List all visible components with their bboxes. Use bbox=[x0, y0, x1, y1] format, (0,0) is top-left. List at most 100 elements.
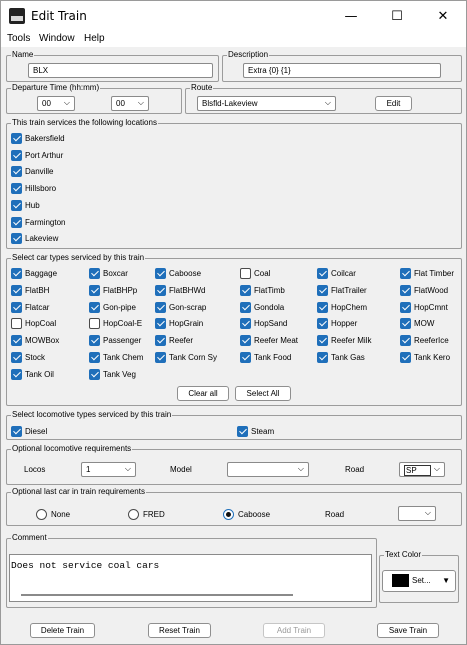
loco-road-value: SP bbox=[404, 465, 431, 476]
departure-minute-select[interactable]: 00 ⌵ bbox=[111, 96, 149, 111]
car-type-checkbox-flattimb[interactable]: FlatTimb bbox=[240, 284, 285, 297]
menu-help[interactable]: Help bbox=[84, 33, 105, 44]
car-type-checkbox-coal[interactable]: Coal bbox=[240, 267, 270, 280]
car-type-checkbox-tank-chem[interactable]: Tank Chem bbox=[89, 351, 143, 364]
car-type-checkbox-reefer-milk[interactable]: Reefer Milk bbox=[317, 334, 371, 347]
minimize-button[interactable]: — bbox=[328, 1, 374, 32]
radio-label: FRED bbox=[143, 510, 165, 519]
menu-tools[interactable]: Tools bbox=[7, 33, 30, 44]
car-type-checkbox-gondola[interactable]: Gondola bbox=[240, 301, 284, 314]
location-checkbox-hub[interactable]: Hub bbox=[11, 199, 40, 212]
menu-window[interactable]: Window bbox=[39, 33, 75, 44]
model-select[interactable]: ⌵ bbox=[227, 462, 309, 477]
car-type-checkbox-gon-scrap[interactable]: Gon-scrap bbox=[155, 301, 206, 314]
checkbox-checked-icon bbox=[155, 301, 166, 313]
car-type-checkbox-tank-oil[interactable]: Tank Oil bbox=[11, 368, 54, 381]
car-type-label: Stock bbox=[25, 353, 46, 362]
select-all-button[interactable]: Select All bbox=[235, 386, 291, 401]
checkbox-checked-icon bbox=[317, 284, 328, 296]
car-type-checkbox-baggage[interactable]: Baggage bbox=[11, 267, 57, 280]
last-car-caboose-radio[interactable]: Caboose bbox=[223, 508, 270, 521]
car-type-checkbox-flattrailer[interactable]: FlatTrailer bbox=[317, 284, 367, 297]
description-input[interactable]: Extra {0} {1} bbox=[243, 63, 441, 78]
car-type-checkbox-mow[interactable]: MOW bbox=[400, 317, 434, 330]
car-type-checkbox-reeferice[interactable]: ReeferIce bbox=[400, 334, 449, 347]
car-type-checkbox-boxcar[interactable]: Boxcar bbox=[89, 267, 128, 280]
checkbox-checked-icon bbox=[11, 284, 22, 296]
car-type-checkbox-passenger[interactable]: Passenger bbox=[89, 334, 141, 347]
car-type-checkbox-hopgrain[interactable]: HopGrain bbox=[155, 317, 203, 330]
car-type-checkbox-tank-kero[interactable]: Tank Kero bbox=[400, 351, 450, 364]
car-type-checkbox-flatbh[interactable]: FlatBH bbox=[11, 284, 49, 297]
car-type-checkbox-hopchem[interactable]: HopChem bbox=[317, 301, 367, 314]
name-input[interactable]: BLX bbox=[28, 63, 213, 78]
clear-all-button[interactable]: Clear all bbox=[177, 386, 229, 401]
checkbox-checked-icon bbox=[11, 216, 22, 228]
car-type-checkbox-mowbox[interactable]: MOWBox bbox=[11, 334, 59, 347]
loco-type-steam-checkbox[interactable]: Steam bbox=[237, 425, 274, 438]
location-checkbox-port-arthur[interactable]: Port Arthur bbox=[11, 149, 63, 162]
car-type-checkbox-hopcoal-e[interactable]: HopCoal-E bbox=[89, 317, 142, 330]
car-type-label: Reefer Milk bbox=[331, 336, 372, 346]
checkbox-unchecked-icon bbox=[11, 318, 22, 330]
maximize-button[interactable]: ☐ bbox=[374, 1, 420, 32]
edit-route-button[interactable]: Edit bbox=[375, 96, 412, 111]
car-type-checkbox-tank-corn-sy[interactable]: Tank Corn Sy bbox=[155, 351, 217, 364]
car-type-checkbox-tank-gas[interactable]: Tank Gas bbox=[317, 351, 365, 364]
last-car-road-select[interactable]: ⌵ bbox=[398, 506, 436, 521]
departure-hour-value: 00 bbox=[42, 99, 51, 108]
description-panel: Description Extra {0} {1} bbox=[222, 50, 462, 82]
location-checkbox-danville[interactable]: Danville bbox=[11, 165, 53, 178]
car-type-checkbox-tank-veg[interactable]: Tank Veg bbox=[89, 368, 136, 381]
reset-train-button[interactable]: Reset Train bbox=[148, 623, 211, 638]
locos-select[interactable]: 1 ⌵ bbox=[81, 462, 136, 477]
car-type-checkbox-caboose[interactable]: Caboose bbox=[155, 267, 201, 280]
car-type-checkbox-flatbhwd[interactable]: FlatBHWd bbox=[155, 284, 205, 297]
location-checkbox-hillsboro[interactable]: Hillsboro bbox=[11, 182, 56, 195]
checkbox-checked-icon bbox=[155, 335, 166, 347]
route-select[interactable]: Blsfld-Lakeview ⌵ bbox=[197, 96, 336, 111]
checkbox-checked-icon bbox=[89, 268, 100, 279]
add-train-button[interactable]: Add Train bbox=[263, 623, 325, 638]
location-checkbox-farmington[interactable]: Farmington bbox=[11, 216, 65, 229]
car-type-checkbox-flatwood[interactable]: FlatWood bbox=[400, 284, 448, 297]
car-type-label: Flatcar bbox=[25, 302, 50, 312]
car-type-label: Baggage bbox=[25, 269, 58, 278]
save-train-button[interactable]: Save Train bbox=[377, 623, 439, 638]
delete-train-button[interactable]: Delete Train bbox=[30, 623, 95, 638]
comment-scrollbar[interactable] bbox=[21, 594, 293, 596]
car-type-checkbox-flat-timber[interactable]: Flat Timber bbox=[400, 267, 454, 280]
loco-type-diesel-checkbox[interactable]: Diesel bbox=[11, 425, 47, 438]
car-type-checkbox-gon-pipe[interactable]: Gon-pipe bbox=[89, 301, 136, 314]
last-car-none-radio[interactable]: None bbox=[36, 508, 70, 521]
location-checkbox-lakeview[interactable]: Lakeview bbox=[11, 232, 58, 245]
car-type-label: HopCmnt bbox=[414, 302, 448, 312]
set-text-color-button[interactable]: Set... ▼ bbox=[382, 570, 456, 592]
title-bar[interactable]: Edit Train — ☐ ✕ bbox=[1, 1, 466, 32]
location-checkbox-bakersfield[interactable]: Bakersfield bbox=[11, 132, 65, 145]
car-type-checkbox-coilcar[interactable]: Coilcar bbox=[317, 267, 356, 280]
car-type-checkbox-flatbhpp[interactable]: FlatBHPp bbox=[89, 284, 137, 297]
car-type-checkbox-reefer[interactable]: Reefer bbox=[155, 334, 193, 347]
close-button[interactable]: ✕ bbox=[420, 1, 466, 32]
checkbox-checked-icon bbox=[89, 352, 100, 363]
car-type-checkbox-reefer-meat[interactable]: Reefer Meat bbox=[240, 334, 298, 347]
loco-road-select[interactable]: SP ⌵ bbox=[399, 462, 445, 477]
checkbox-checked-icon bbox=[155, 284, 166, 296]
car-types-panel: Select car types serviced by this train … bbox=[6, 253, 462, 406]
car-type-label: MOWBox bbox=[25, 336, 60, 346]
checkbox-checked-icon bbox=[155, 318, 166, 330]
car-type-checkbox-hopper[interactable]: Hopper bbox=[317, 317, 357, 330]
car-type-label: Gon-scrap bbox=[169, 302, 207, 312]
checkbox-checked-icon bbox=[400, 301, 411, 313]
car-type-checkbox-stock[interactable]: Stock bbox=[11, 351, 45, 364]
car-type-checkbox-hopsand[interactable]: HopSand bbox=[240, 317, 287, 330]
loco-requirements-panel: Optional locomotive requirements Locos 1… bbox=[6, 444, 462, 485]
departure-hour-select[interactable]: 00 ⌵ bbox=[37, 96, 75, 111]
car-type-checkbox-tank-food[interactable]: Tank Food bbox=[240, 351, 291, 364]
car-type-checkbox-hopcoal[interactable]: HopCoal bbox=[11, 317, 56, 330]
radio-selected-icon bbox=[223, 509, 234, 520]
last-car-fred-radio[interactable]: FRED bbox=[128, 508, 165, 521]
car-type-checkbox-hopcmnt[interactable]: HopCmnt bbox=[400, 301, 448, 314]
car-type-checkbox-flatcar[interactable]: Flatcar bbox=[11, 301, 49, 314]
